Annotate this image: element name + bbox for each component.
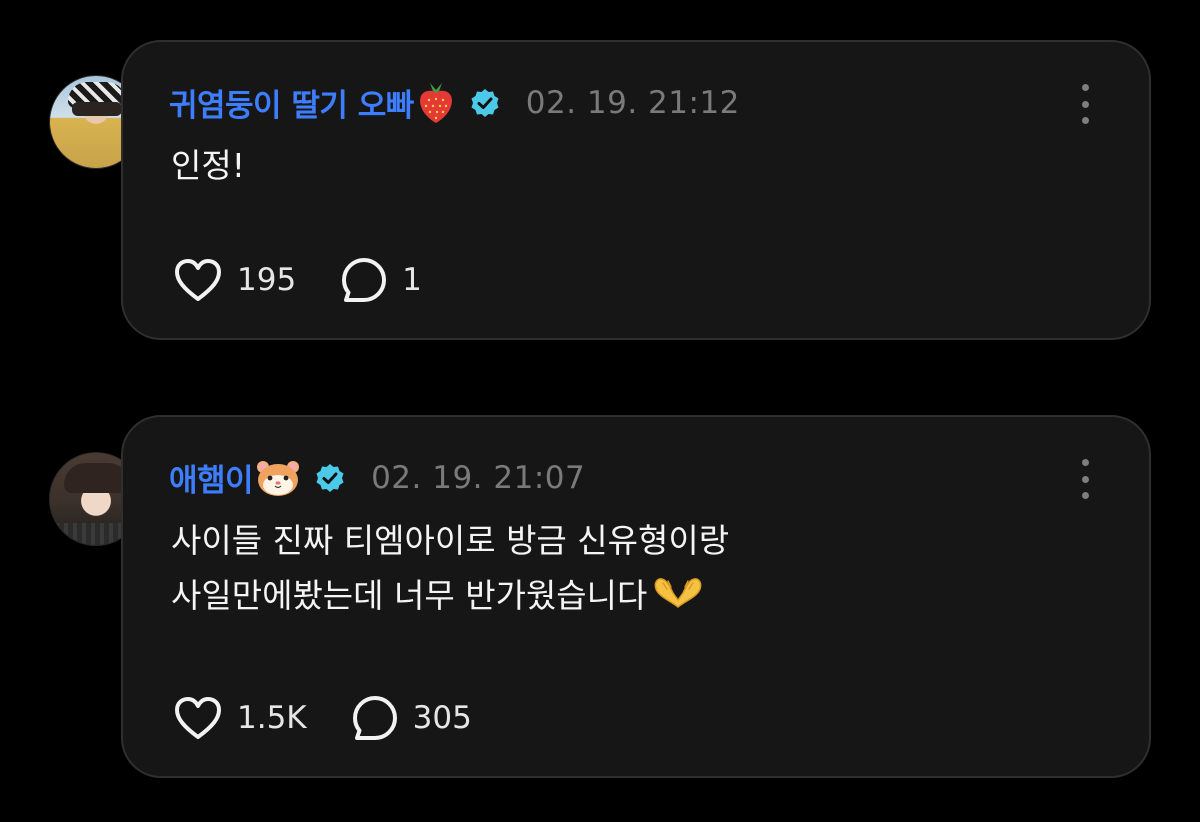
comment-header: 애햄이 02. 19. 21:07: [169, 455, 585, 500]
more-options-icon[interactable]: [1077, 84, 1093, 124]
like-button[interactable]: 195: [173, 257, 296, 303]
more-dot: [1081, 100, 1089, 108]
comment-header: 귀염둥이 딸기 오빠 02. 19. 21:12: [169, 80, 740, 125]
comment-text-line-wrap: 사일만에봤는데 너무 반가웠습니다: [171, 568, 729, 623]
like-count: 195: [237, 262, 297, 298]
comment-text-line: 인정!: [171, 146, 245, 185]
more-dot: [1081, 492, 1089, 499]
hamster-face-emoji-icon: [257, 460, 300, 496]
comment-timestamp: 02. 19. 21:12: [525, 84, 740, 121]
comment-bubble-icon: [342, 258, 387, 302]
like-button[interactable]: 1.5K: [173, 695, 307, 741]
comment-card: 귀염둥이 딸기 오빠 02. 19. 21:12 인정! 195 1: [121, 40, 1151, 340]
heart-icon: [175, 259, 221, 301]
verified-badge-icon: [471, 88, 499, 117]
comment-text: 사이들 진짜 티엠아이로 방금 신유형이랑 사일만에봤는데 너무 반가웠습니다: [171, 513, 729, 623]
comment-actions: 195 1: [173, 256, 422, 304]
username[interactable]: 귀염둥이 딸기 오빠: [169, 80, 414, 125]
comment-actions: 1.5K 305: [173, 694, 472, 742]
reply-button[interactable]: 305: [351, 694, 472, 742]
comment-text-line: 사이들 진짜 티엠아이로 방금 신유형이랑: [171, 521, 730, 560]
comment-card: 애햄이 02. 19. 21:07 사이들 진짜 티엠아이로 방금 신유형이랑 …: [121, 415, 1151, 778]
reply-count: 1: [402, 262, 422, 298]
comment-text: 인정!: [171, 138, 245, 193]
reply-button[interactable]: 1: [340, 256, 422, 304]
reply-count: 305: [412, 700, 472, 736]
more-options-icon[interactable]: [1077, 459, 1093, 499]
avatar-hair: [72, 102, 122, 116]
more-dot: [1081, 459, 1089, 466]
comment-bubble-icon: [352, 696, 397, 740]
verified-badge-icon: [316, 463, 344, 492]
username[interactable]: 애햄이: [169, 455, 254, 500]
strawberry-emoji-icon: [419, 82, 452, 123]
more-dot: [1081, 117, 1089, 124]
more-dot: [1081, 84, 1089, 91]
heart-icon: [175, 697, 221, 739]
more-dot: [1081, 475, 1089, 483]
comment-timestamp: 02. 19. 21:07: [371, 459, 586, 496]
heart-hands-emoji-icon: [655, 578, 702, 608]
comment-text-line: 사일만에봤는데 너무 반가웠습니다: [171, 576, 648, 615]
like-count: 1.5K: [237, 700, 307, 736]
